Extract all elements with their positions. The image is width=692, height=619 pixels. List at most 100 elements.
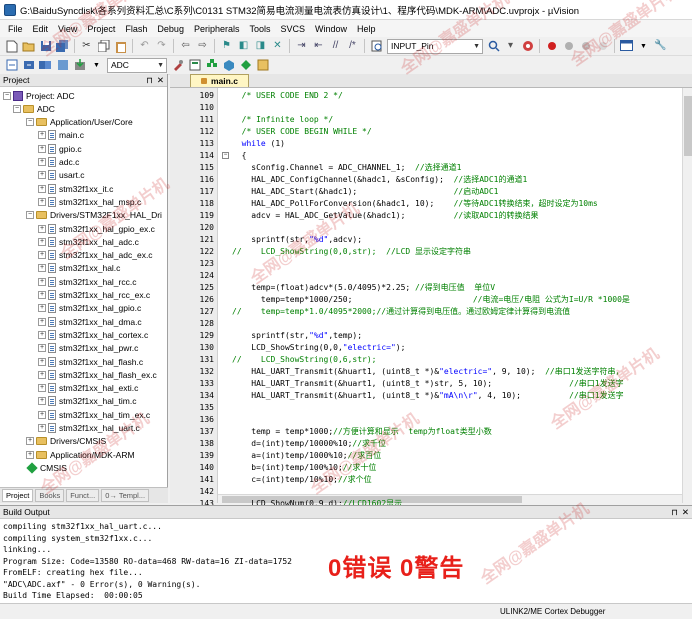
tree-item[interactable]: + stm32f1xx_hal_tim_ex.c <box>38 408 150 421</box>
tree-item[interactable]: + gpio.c <box>38 142 82 155</box>
expand-icon[interactable]: + <box>38 410 46 419</box>
expand-icon[interactable]: + <box>38 344 46 353</box>
tree-item[interactable]: + stm32f1xx_hal_uart.c <box>38 422 140 435</box>
breakpoint-disable-all-icon[interactable] <box>579 39 593 53</box>
tree-item[interactable]: + stm32f1xx_it.c <box>38 182 113 195</box>
expand-icon[interactable]: + <box>38 171 46 180</box>
window-layout-dropdown-icon[interactable]: ▼ <box>637 39 651 53</box>
tree-item[interactable]: + stm32f1xx_hal_rcc.c <box>38 275 136 288</box>
tree-item[interactable]: + stm32f1xx_hal_pwr.c <box>38 342 138 355</box>
expand-icon[interactable]: + <box>38 144 46 153</box>
menu-debug[interactable]: Debug <box>152 24 189 34</box>
expand-icon[interactable]: + <box>38 291 46 299</box>
find-combo[interactable]: INPUT_Pin ▼ <box>387 38 483 54</box>
expand-icon[interactable]: + <box>38 384 46 393</box>
bookmark-next-icon[interactable]: ◨ <box>254 39 268 53</box>
breakpoint-disable-icon[interactable] <box>562 39 576 53</box>
tree-item[interactable]: + stm32f1xx_hal_adc.c <box>38 235 139 248</box>
expand-icon[interactable]: + <box>38 197 46 206</box>
find-icon[interactable] <box>487 39 501 53</box>
tree-item[interactable]: + Drivers/CMSIS <box>26 435 106 448</box>
close-icon[interactable]: ✕ <box>157 75 164 86</box>
expand-icon[interactable]: + <box>38 397 46 406</box>
indent-icon[interactable]: ⇥ <box>295 39 309 53</box>
editor-tab-main-c[interactable]: main.c <box>190 74 249 87</box>
tree-item[interactable]: + stm32f1xx_hal_exti.c <box>38 382 138 395</box>
expand-icon[interactable]: + <box>38 317 46 326</box>
tree-item[interactable]: CMSIS <box>26 461 67 474</box>
expand-icon[interactable]: + <box>38 224 46 233</box>
bookmark-prev-icon[interactable]: ◧ <box>237 39 251 53</box>
tree-item[interactable]: + stm32f1xx_hal_tim.c <box>38 395 136 408</box>
tree-item[interactable]: + Application/MDK-ARM <box>26 448 135 461</box>
breakpoint-kill-all-icon[interactable] <box>596 39 610 53</box>
vertical-scrollbar[interactable] <box>682 88 692 503</box>
menu-help[interactable]: Help <box>352 24 381 34</box>
expand-icon[interactable]: + <box>38 277 46 286</box>
translate-icon[interactable] <box>5 58 19 72</box>
cut-icon[interactable]: ✂ <box>80 39 94 53</box>
tree-item[interactable]: + stm32f1xx_hal_adc_ex.c <box>38 249 153 262</box>
tree-item[interactable]: + adc.c <box>38 156 79 169</box>
load-download-icon[interactable] <box>73 58 87 72</box>
tree-item[interactable]: + usart.c <box>38 169 85 182</box>
tree-item[interactable]: − Application/User/Core <box>26 116 133 129</box>
undo-icon[interactable]: ↶ <box>138 39 152 53</box>
tab-functions[interactable]: Funct... <box>66 489 100 502</box>
expand-icon[interactable]: + <box>38 131 46 140</box>
scrollbar-thumb[interactable] <box>684 96 692 156</box>
paste-icon[interactable] <box>114 39 128 53</box>
expand-icon[interactable]: + <box>26 450 34 459</box>
collapse-icon[interactable]: − <box>26 211 34 220</box>
tree-item[interactable]: − Drivers/STM32F1xx_HAL_Dri <box>26 209 162 222</box>
expand-icon[interactable]: + <box>38 330 46 339</box>
expand-icon[interactable]: + <box>38 304 46 313</box>
tree-item[interactable]: + stm32f1xx_hal_cortex.c <box>38 328 148 341</box>
menu-window[interactable]: Window <box>310 24 352 34</box>
bookmark-clear-icon[interactable]: ✕ <box>271 39 285 53</box>
unindent-icon[interactable]: ⇤ <box>312 39 326 53</box>
expand-icon[interactable]: + <box>26 437 34 446</box>
expand-icon[interactable]: + <box>38 357 46 366</box>
pack-installer-icon[interactable] <box>222 58 236 72</box>
debug-session-icon[interactable] <box>521 39 535 53</box>
pin-icon[interactable]: ⊓ <box>671 507 678 518</box>
expand-icon[interactable]: + <box>38 251 46 260</box>
menu-project[interactable]: Project <box>82 24 120 34</box>
tab-project[interactable]: Project <box>2 489 34 502</box>
redo-icon[interactable]: ↷ <box>155 39 169 53</box>
navigate-back-icon[interactable]: ⇦ <box>179 39 193 53</box>
menu-peripherals[interactable]: Peripherals <box>189 24 245 34</box>
rte-icon[interactable] <box>239 58 253 72</box>
menu-tools[interactable]: Tools <box>244 24 275 34</box>
save-all-icon[interactable] <box>56 39 70 53</box>
window-layout-icon[interactable] <box>619 39 634 53</box>
tree-item[interactable]: + stm32f1xx_hal_gpio_ex.c <box>38 222 155 235</box>
breakpoint-insert-icon[interactable] <box>545 39 559 53</box>
fold-toggle-icon[interactable]: − <box>222 152 229 159</box>
bookmark-toggle-icon[interactable]: ⚑ <box>220 39 234 53</box>
menu-edit[interactable]: Edit <box>28 24 54 34</box>
incremental-find-icon[interactable]: ▾ <box>504 39 518 53</box>
rebuild-icon[interactable] <box>39 58 53 72</box>
comment-icon[interactable]: // <box>329 39 343 53</box>
target-combo[interactable]: ADC ▼ <box>107 57 167 73</box>
collapse-icon[interactable]: − <box>13 104 21 113</box>
open-folder-icon[interactable] <box>22 39 36 53</box>
expand-icon[interactable]: + <box>38 424 46 432</box>
tab-templates[interactable]: 0→ Templ... <box>101 489 150 502</box>
expand-icon[interactable]: + <box>38 237 46 246</box>
tree-item[interactable]: − Project: ADC <box>3 89 75 102</box>
menu-view[interactable]: View <box>53 24 82 34</box>
load-dropdown-icon[interactable]: ▼ <box>90 58 104 72</box>
navigate-forward-icon[interactable]: ⇨ <box>196 39 210 53</box>
collapse-icon[interactable]: − <box>3 91 11 100</box>
tree-item[interactable]: − ADC <box>13 102 55 115</box>
tree-item[interactable]: + stm32f1xx_hal_flash_ex.c <box>38 368 157 381</box>
expand-icon[interactable]: + <box>38 370 46 379</box>
new-file-icon[interactable] <box>5 39 19 53</box>
tree-item[interactable]: + stm32f1xx_hal_msp.c <box>38 195 141 208</box>
find-in-files-icon[interactable] <box>370 39 384 53</box>
select-software-packs-icon[interactable] <box>256 58 270 72</box>
save-icon[interactable] <box>39 39 53 53</box>
